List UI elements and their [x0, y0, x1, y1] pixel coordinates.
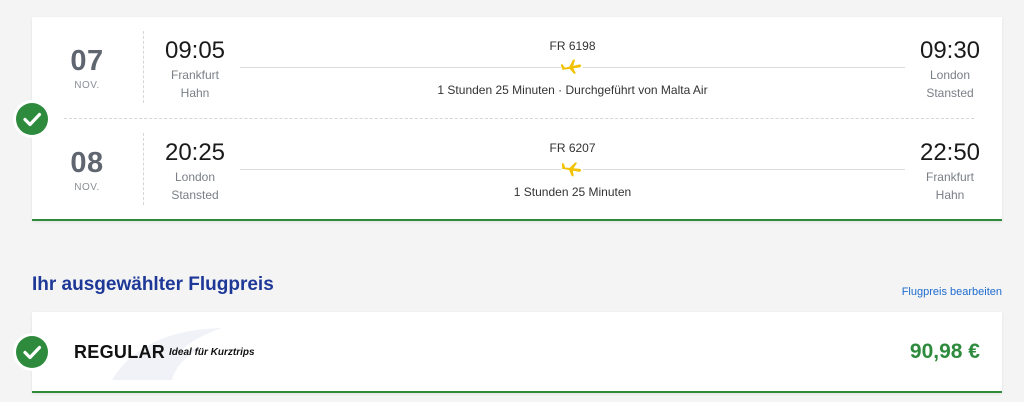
- departure-info: 09:05 Frankfurt Hahn: [152, 17, 238, 101]
- edit-fare-link[interactable]: Flugpreis bearbeiten: [902, 286, 1002, 298]
- arrival-time: 09:30: [919, 37, 981, 64]
- flight-date: 08 NOV.: [32, 119, 142, 219]
- flight-duration: 1 Stunden 25 Minuten · Durchgeführt von …: [437, 83, 708, 97]
- flight-route: FR 6198 1 Stunden 25 Minuten · Durchgefü…: [240, 17, 905, 117]
- date-divider: [143, 133, 144, 205]
- flight-number: FR 6207: [549, 141, 596, 155]
- checkmark-icon: [16, 103, 48, 135]
- flight-day: 08: [70, 147, 104, 179]
- departure-airport: Stansted: [171, 188, 219, 202]
- airplane-takeoff-icon: [561, 59, 583, 75]
- departure-info: 20:25 London Stansted: [152, 119, 238, 203]
- date-divider: [143, 31, 144, 103]
- fare-tagline: Ideal für Kurztrips: [169, 347, 255, 358]
- flight-row-return: 08 NOV. 20:25 London Stansted FR 6207 1 …: [32, 119, 1002, 219]
- arrival-time: 22:50: [919, 139, 981, 166]
- departure-city: London: [174, 170, 216, 184]
- flights-card: 07 NOV. 09:05 Frankfurt Hahn FR 6198 1 S…: [32, 17, 1002, 221]
- flight-route: FR 6207 1 Stunden 25 Minuten: [240, 119, 905, 219]
- departure-city: Frankfurt: [170, 68, 219, 82]
- arrival-info: 09:30 London Stansted: [905, 17, 995, 101]
- arrival-airport: Stansted: [926, 86, 974, 100]
- arrival-city: London: [929, 68, 971, 82]
- flight-date: 07 NOV.: [32, 17, 142, 117]
- flight-duration: 1 Stunden 25 Minuten: [513, 185, 632, 199]
- flight-month: NOV.: [74, 182, 100, 193]
- departure-time: 20:25: [164, 139, 226, 166]
- departure-airport: Hahn: [180, 86, 210, 100]
- checkmark-icon: [16, 336, 48, 368]
- selected-fare-card[interactable]: REGULAR Ideal für Kurztrips 90,98 €: [32, 312, 1002, 393]
- flight-day: 07: [70, 45, 104, 77]
- arrival-info: 22:50 Frankfurt Hahn: [905, 119, 995, 203]
- fare-section-title: Ihr ausgewählter Flugpreis: [32, 274, 274, 295]
- arrival-city: Frankfurt: [925, 170, 974, 184]
- arrival-airport: Hahn: [935, 188, 965, 202]
- flight-number: FR 6198: [549, 39, 596, 53]
- departure-time: 09:05: [164, 37, 226, 64]
- flight-month: NOV.: [74, 80, 100, 91]
- flight-row-outbound: 07 NOV. 09:05 Frankfurt Hahn FR 6198 1 S…: [32, 17, 1002, 117]
- airplane-landing-icon: [561, 161, 583, 177]
- fare-name: REGULAR: [74, 342, 166, 362]
- fare-price: 90,98 €: [909, 340, 980, 363]
